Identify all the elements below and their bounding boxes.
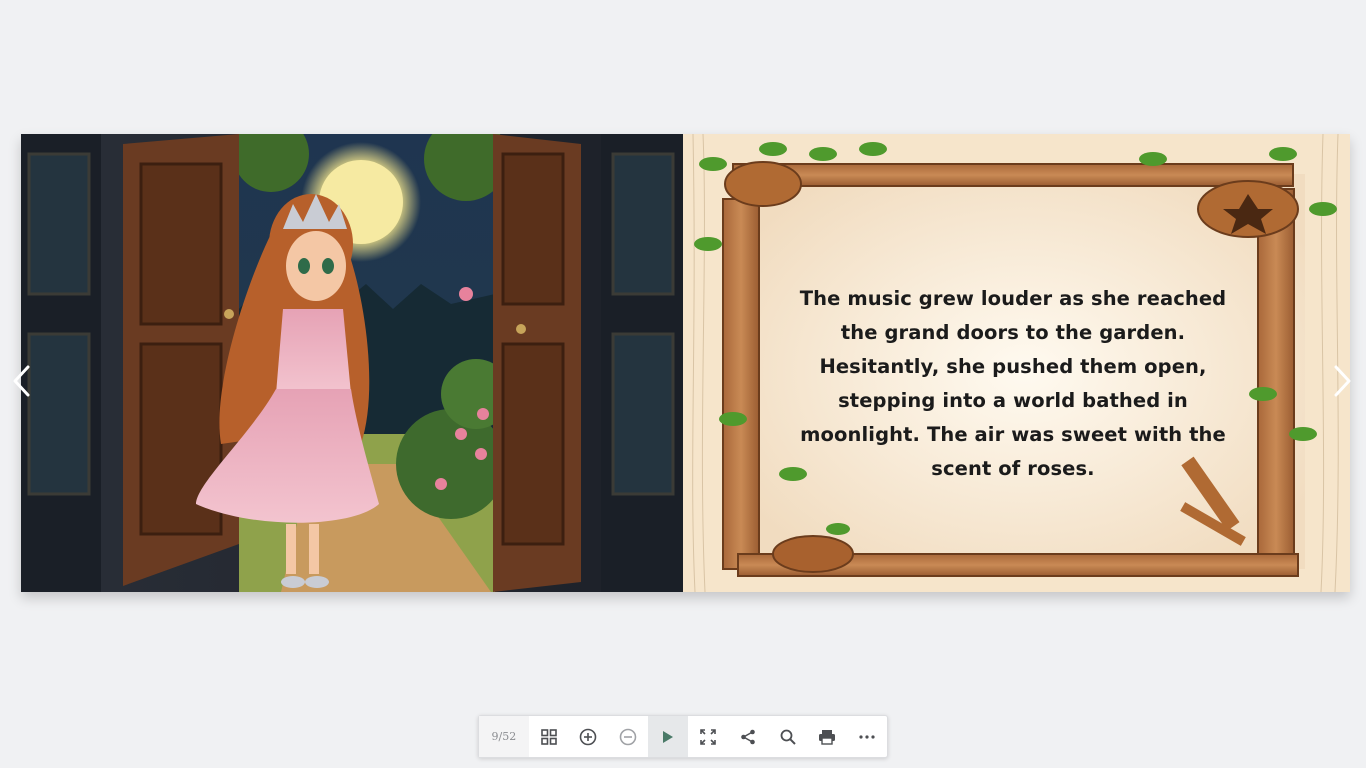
fullscreen-button[interactable]	[688, 716, 728, 757]
zoom-out-icon	[619, 728, 637, 745]
book-spread: The music grew louder as she reached the…	[21, 134, 1350, 592]
viewer-toolbar: 9/52	[478, 715, 888, 758]
next-page-button[interactable]	[1330, 364, 1354, 398]
play-icon	[663, 730, 674, 743]
zoom-out-button[interactable]	[608, 716, 648, 757]
chevron-left-icon	[13, 365, 30, 397]
chevron-right-icon	[1334, 365, 1351, 397]
share-button[interactable]	[728, 716, 768, 757]
left-page-illustration	[21, 134, 683, 592]
search-icon	[780, 729, 796, 745]
share-icon	[740, 729, 755, 744]
story-text: The music grew louder as she reached the…	[799, 287, 1227, 480]
search-button[interactable]	[768, 716, 808, 757]
thumbnails-button[interactable]	[529, 716, 569, 757]
previous-page-button[interactable]	[10, 364, 34, 398]
flipbook-viewer: The music grew louder as she reached the…	[0, 0, 1366, 768]
print-button[interactable]	[807, 716, 847, 757]
princess-doorway-illustration	[21, 134, 683, 592]
print-icon	[819, 729, 836, 745]
zoom-in-button[interactable]	[569, 716, 609, 757]
right-page-text-panel: The music grew louder as she reached the…	[683, 134, 1350, 592]
more-options-button[interactable]	[847, 716, 887, 757]
zoom-in-icon	[580, 728, 597, 745]
more-icon	[859, 734, 875, 739]
autoplay-button[interactable]	[648, 716, 688, 757]
page-counter: 9/52	[479, 716, 529, 757]
grid-icon	[540, 728, 557, 745]
fullscreen-icon	[700, 728, 716, 745]
